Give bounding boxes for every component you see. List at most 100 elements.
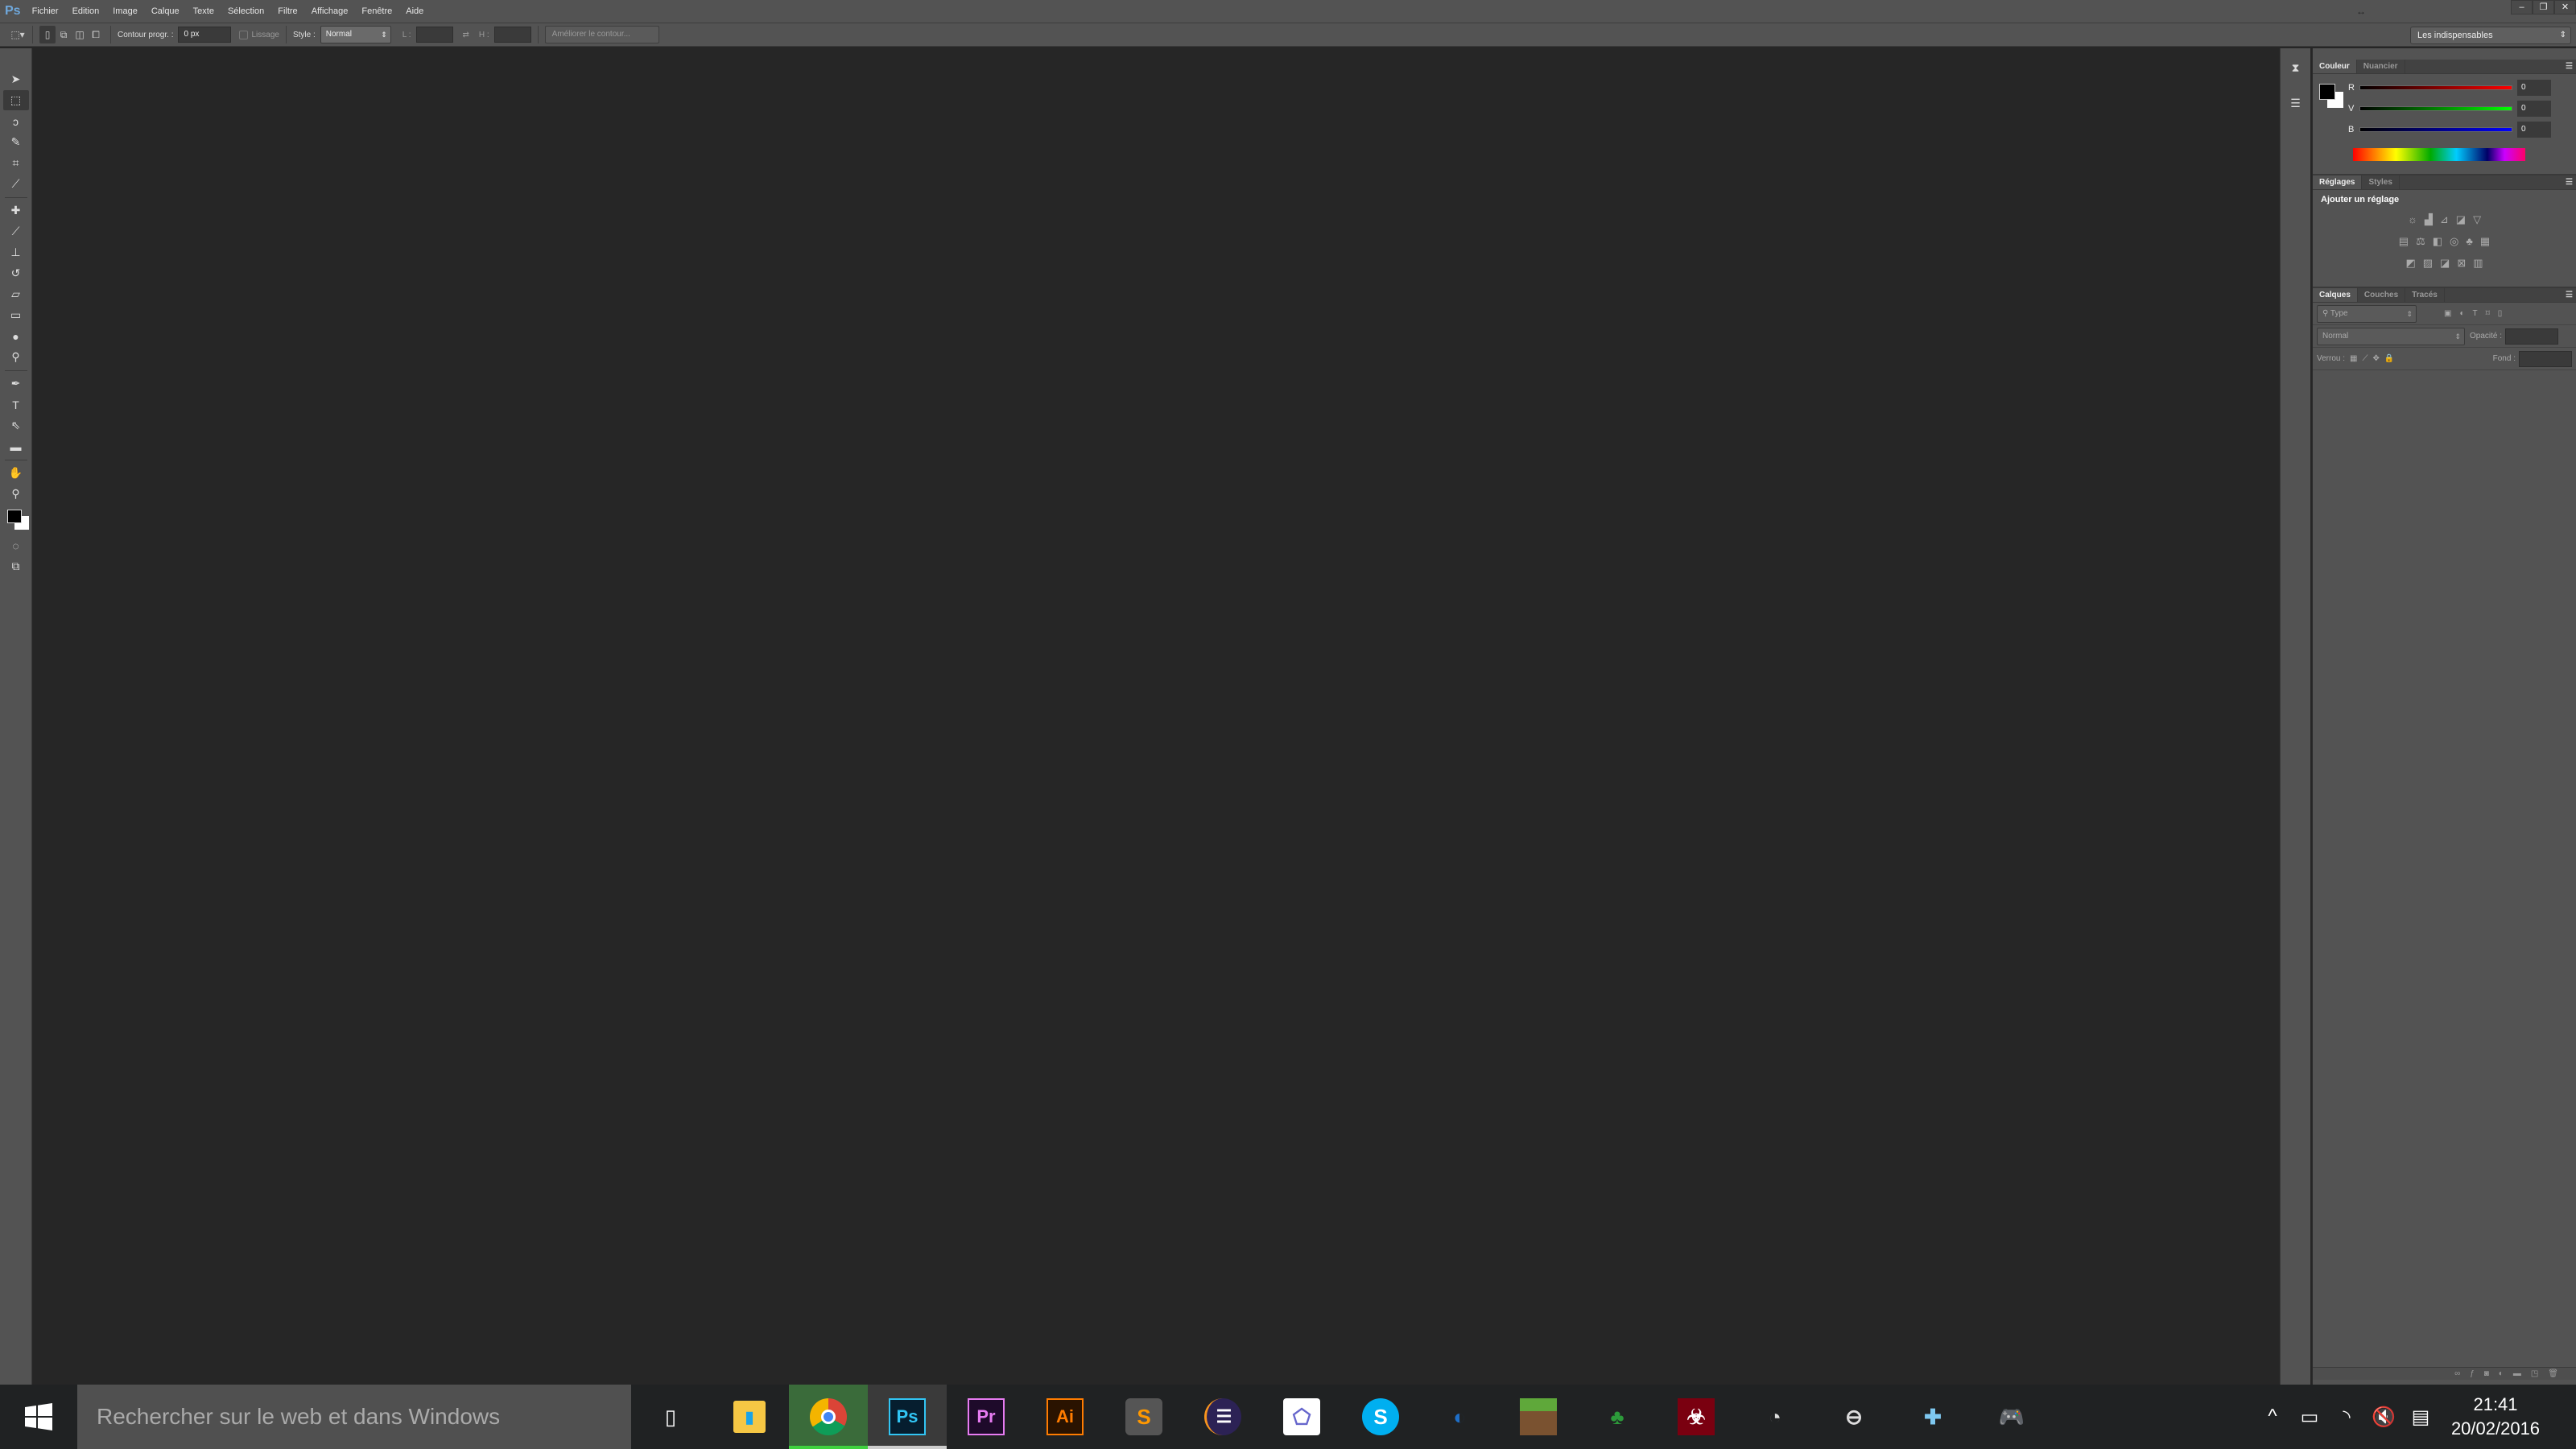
tab-traces[interactable]: Tracés [2405, 288, 2445, 302]
close-button[interactable]: ✕ [2554, 0, 2576, 14]
curves-icon[interactable]: ⊿ [2440, 213, 2449, 226]
properties-panel-icon[interactable]: ☰ [2285, 97, 2307, 119]
taskbar-chrome[interactable] [789, 1385, 868, 1449]
history-brush-tool-icon[interactable]: ↺ [3, 263, 29, 283]
color-lookup-icon[interactable]: ▦ [2480, 235, 2490, 248]
history-panel-icon[interactable]: ⧗ [2285, 61, 2307, 84]
blur-tool-icon[interactable]: ● [3, 326, 29, 346]
threshold-icon[interactable]: ◪ [2440, 257, 2450, 270]
taskbar-minecraft[interactable]: ■ [1499, 1385, 1578, 1449]
lasso-tool-icon[interactable]: ↄ [3, 111, 29, 131]
zoom-tool-icon[interactable]: ⚲ [3, 484, 29, 504]
red-slider[interactable] [2359, 85, 2512, 90]
marquee-preset-icon[interactable]: ⬚▾ [10, 26, 26, 43]
rectangular-marquee-tool-icon[interactable]: ⬚ [2, 90, 29, 110]
menu-edition[interactable]: Edition [72, 6, 100, 16]
vibrance-icon[interactable]: ▽ [2473, 213, 2481, 226]
menu-calque[interactable]: Calque [151, 6, 180, 16]
menu-fichier[interactable]: Fichier [32, 6, 59, 16]
type-tool-icon[interactable]: T [3, 394, 29, 415]
taskbar-skype[interactable]: S [1341, 1385, 1420, 1449]
tab-couches[interactable]: Couches [2358, 288, 2406, 302]
lock-icons[interactable]: ▦⟋✥🔒 [2350, 354, 2399, 363]
taskbar-photoshop[interactable]: Ps [868, 1385, 947, 1449]
menu-filtre[interactable]: Filtre [278, 6, 297, 16]
red-value-input[interactable]: 0 [2517, 80, 2551, 96]
color-swatches[interactable] [3, 510, 29, 535]
quick-mask-icon[interactable]: ◌ [3, 535, 29, 555]
green-slider[interactable] [2359, 106, 2512, 111]
taskbar-eclipse[interactable]: ☰ [1183, 1385, 1262, 1449]
path-selection-tool-icon[interactable]: ⇖ [3, 415, 29, 436]
color-spectrum[interactable] [2353, 148, 2525, 161]
taskbar-task-view[interactable]: ▯ [631, 1385, 710, 1449]
photo-filter-icon[interactable]: ◎ [2450, 235, 2458, 248]
action-center-icon[interactable]: ▤ [2402, 1406, 2439, 1429]
style-select[interactable]: Normal [320, 26, 391, 43]
eraser-tool-icon[interactable]: ▱ [3, 284, 29, 304]
menu-affichage[interactable]: Affichage [312, 6, 349, 16]
minimize-button[interactable]: – [2511, 0, 2533, 14]
height-input[interactable] [493, 27, 531, 43]
layers-footer-icons[interactable]: ∞ƒ◙◐▬◳🗑 [2313, 1367, 2576, 1380]
opacity-input[interactable] [2505, 328, 2559, 345]
tab-reglages[interactable]: Réglages [2313, 175, 2363, 189]
intersect-selection-icon[interactable]: ⧠ [88, 26, 104, 43]
subtract-selection-icon[interactable]: ◫ [72, 26, 88, 43]
menu-texte[interactable]: Texte [193, 6, 214, 16]
fill-input[interactable] [2519, 350, 2572, 367]
antialias-checkbox[interactable] [239, 30, 249, 39]
volume-muted-icon[interactable]: 🔇 [2365, 1406, 2402, 1429]
taskbar-app-15[interactable]: ◔ [1736, 1385, 1814, 1449]
tab-styles[interactable]: Styles [2362, 175, 2400, 189]
resize-handle-icon[interactable]: ↔ [2356, 6, 2366, 17]
menu-selection[interactable]: Sélection [228, 6, 264, 16]
search-box[interactable]: Rechercher sur le web et dans Windows [77, 1385, 631, 1449]
clone-stamp-tool-icon[interactable]: ⊥ [3, 242, 29, 262]
eyedropper-tool-icon[interactable]: ⟋ [3, 174, 29, 194]
tab-couleur[interactable]: Couleur [2313, 60, 2357, 73]
panel-menu-icon[interactable]: ☰ [2566, 175, 2573, 190]
dodge-tool-icon[interactable]: ⚲ [3, 347, 29, 367]
tab-calques[interactable]: Calques [2313, 288, 2358, 302]
gradient-map-icon[interactable]: ▥ [2473, 257, 2483, 270]
spot-healing-tool-icon[interactable]: ✚ [3, 200, 29, 221]
taskbar-plague-inc[interactable]: ☣ [1657, 1385, 1736, 1449]
channel-mixer-icon[interactable]: ♣ [2466, 235, 2473, 248]
tab-nuancier[interactable]: Nuancier [2357, 60, 2405, 73]
brightness-icon[interactable]: ☼ [2408, 213, 2417, 226]
taskbar-premiere[interactable]: Pr [947, 1385, 1026, 1449]
menu-aide[interactable]: Aide [406, 6, 423, 16]
add-selection-icon[interactable]: ⧉ [56, 26, 72, 43]
foreground-color[interactable] [6, 510, 22, 523]
workspace-select[interactable]: Les indispensables [2410, 27, 2571, 44]
start-button[interactable] [0, 1385, 77, 1449]
taskbar-ppsspp[interactable]: ✚ [1893, 1385, 1972, 1449]
feather-input[interactable]: 0 px [178, 27, 232, 43]
taskbar-sublime[interactable]: S [1104, 1385, 1183, 1449]
crop-tool-icon[interactable]: ⌗ [3, 153, 29, 173]
panel-menu-icon[interactable]: ☰ [2566, 60, 2573, 74]
green-value-input[interactable]: 0 [2517, 101, 2551, 117]
menu-image[interactable]: Image [113, 6, 138, 16]
battery-icon[interactable]: ▭ [2291, 1406, 2328, 1429]
levels-icon[interactable]: ▟ [2425, 213, 2433, 226]
layer-filter-select[interactable]: ⚲ Type [2317, 304, 2417, 323]
taskbar-geogebra[interactable]: ⬠ [1262, 1385, 1341, 1449]
wifi-icon[interactable]: ◝ [2328, 1406, 2365, 1429]
invert-icon[interactable]: ◩ [2405, 257, 2415, 270]
pen-tool-icon[interactable]: ✒ [3, 374, 29, 394]
layer-filter-icons[interactable]: ▣◐T⌑▯ [2444, 309, 2510, 318]
width-input[interactable] [415, 27, 453, 43]
taskbar-file-explorer[interactable]: ▮ [710, 1385, 789, 1449]
clock[interactable]: 21:41 20/02/2016 [2439, 1393, 2552, 1441]
blue-value-input[interactable]: 0 [2517, 122, 2551, 138]
taskbar-illustrator[interactable]: Ai [1026, 1385, 1104, 1449]
panel-menu-icon[interactable]: ☰ [2566, 288, 2573, 303]
hand-tool-icon[interactable]: ✋ [3, 463, 29, 483]
restore-button[interactable]: ❐ [2533, 0, 2554, 14]
blend-mode-select[interactable]: Normal [2317, 327, 2465, 345]
move-tool-icon[interactable]: ➤ [3, 69, 29, 89]
taskbar-phone-companion[interactable]: ◐ [1420, 1385, 1499, 1449]
quick-selection-tool-icon[interactable]: ✎ [3, 132, 29, 152]
